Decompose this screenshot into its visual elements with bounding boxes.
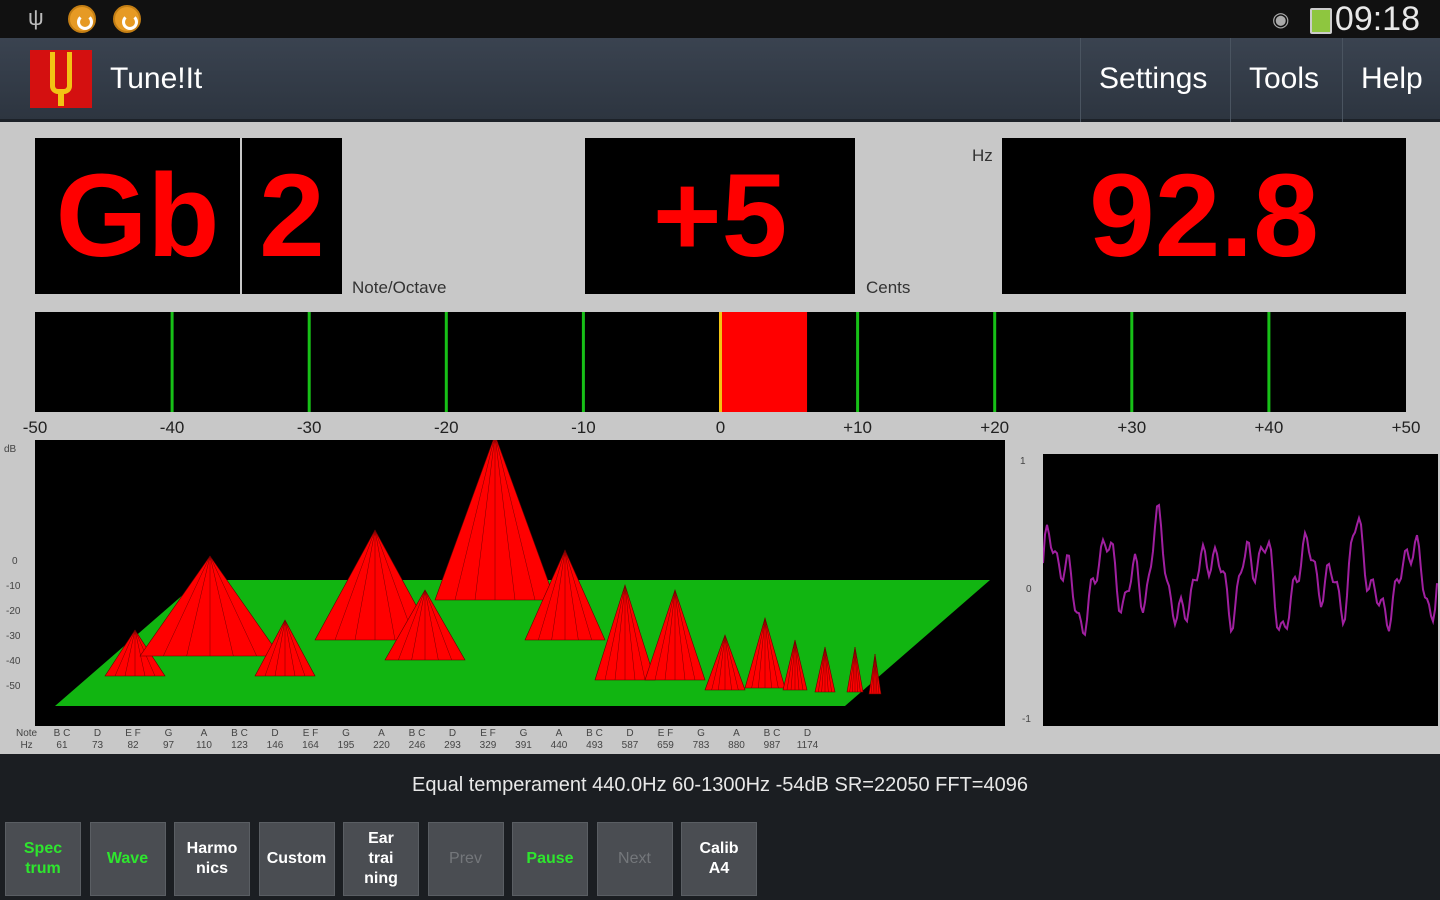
note-axis-tick: A 220 [373,728,390,751]
note-axis-tick: B C 987 [763,728,781,751]
pause-button[interactable]: Pause [512,822,588,896]
hz-unit-label: Hz [972,146,993,165]
wave-tick-zero: 0 [1026,584,1032,595]
note-axis-tick: E F 659 [657,728,674,751]
note-axis-tick: B C 123 [231,728,248,751]
frequency-display: 92.8 [1002,138,1406,294]
menu-help[interactable]: Help [1342,38,1423,122]
db-tick-label: -50 [6,681,21,692]
menu-settings[interactable]: Settings [1080,38,1207,122]
battery-charging-icon [1310,8,1332,34]
note-display: Gb [35,138,240,294]
next-button[interactable]: Next [596,822,673,896]
app-notification-icon[interactable] [68,5,96,33]
waveform-plot [1043,454,1438,726]
toolbar: Spec trum Wave Harmo nics Custom Ear trai ni… [0,816,1440,900]
wave-tick-top: 1 [1020,456,1026,467]
spectrum-button[interactable]: Spec trum [5,822,81,896]
cents-meter [35,312,1406,412]
app-title: Tune!It [110,62,203,95]
note-axis-tick: G 391 [515,728,532,751]
waveform-line [1043,503,1438,637]
usb-icon: ψ [28,5,44,30]
app-notification-icon[interactable] [113,5,141,33]
note-axis-tick: D 146 [266,728,284,751]
cents-tick-label: +20 [980,418,1010,437]
note-axis-tick: D 73 [91,728,104,751]
cents-tick-label: -20 [434,418,459,437]
cents-tick-label: +30 [1117,418,1147,437]
action-bar: Tune!It Settings Tools Help [0,38,1440,122]
status-time: 09:18 [1334,0,1420,38]
note-axis: Note Hz B C 61 D 73 E F 82 G 97 A 110 B C 123 D 146 E F… [0,728,1010,754]
cents-tick-label: +10 [843,418,873,437]
prev-button[interactable]: Prev [427,822,504,896]
note-axis-tick: D 587 [621,728,639,751]
cents-tick-label: -10 [571,418,596,437]
ear-training-button[interactable]: Ear trai ning [343,822,419,896]
note-axis-tick: E F 164 [302,728,319,751]
custom-button[interactable]: Custom [258,822,335,896]
menu-tools[interactable]: Tools [1230,38,1319,122]
note-axis-tick: D 1174 [796,728,819,751]
db-tick-label: -20 [6,606,21,617]
calib-a4-button[interactable]: Calib A4 [681,822,757,896]
note-axis-tick: B C 493 [586,728,603,751]
wave-tick-bottom: -1 [1022,714,1031,725]
note-axis-tick: E F 82 [125,728,141,751]
note-axis-tick: B C 246 [408,728,426,751]
note-axis-tick: A 110 [196,728,212,751]
db-tick-label: -40 [6,656,21,667]
note-axis-tick: A 880 [728,728,745,751]
cents-tick-label: -30 [296,418,322,437]
cents-tick-label: -40 [159,418,185,437]
cents-tick-label: -50 [22,418,48,437]
db-tick-label: -30 [6,631,21,642]
cents-label: Cents [866,278,911,297]
cents-indicator-bar [720,312,808,412]
db-tick-label: -10 [6,581,21,592]
db-axis-label: dB [4,444,17,455]
harmonics-button[interactable]: Harmo nics [174,822,250,896]
note-octave-label: Note/Octave [352,278,447,297]
note-axis-tick: E F 329 [479,728,497,751]
note-axis-tick: G 195 [337,728,355,751]
note-axis-label: Note Hz [16,728,38,751]
cents-display: +5 [585,138,855,294]
cents-tick-label: +40 [1254,418,1284,437]
octave-display: 2 [242,138,342,294]
note-axis-tick: B C 61 [53,728,71,751]
tuning-fork-icon[interactable] [30,50,92,108]
cents-tick-label: +50 [1391,418,1421,437]
note-axis-tick: A 440 [550,728,568,751]
note-axis-tick: G 97 [162,728,175,751]
note-axis-tick: D 293 [444,728,461,751]
status-info-line: Equal temperament 440.0Hz 60-1300Hz -54d… [0,754,1440,816]
spectrum-3d-plot [35,440,1005,726]
db-tick-label: 0 [12,556,18,567]
status-bar: ψ ◉ 09:18 [0,0,1440,38]
wave-button[interactable]: Wave [89,822,166,896]
cents-tick-label: 0 [715,418,726,437]
eye-icon: ◉ [1272,9,1290,31]
note-axis-tick: G 783 [692,728,710,751]
tuner-panel: Gb 2 Note/Octave +5 Cents Hz 92.8 -50 -40… [0,122,1440,754]
